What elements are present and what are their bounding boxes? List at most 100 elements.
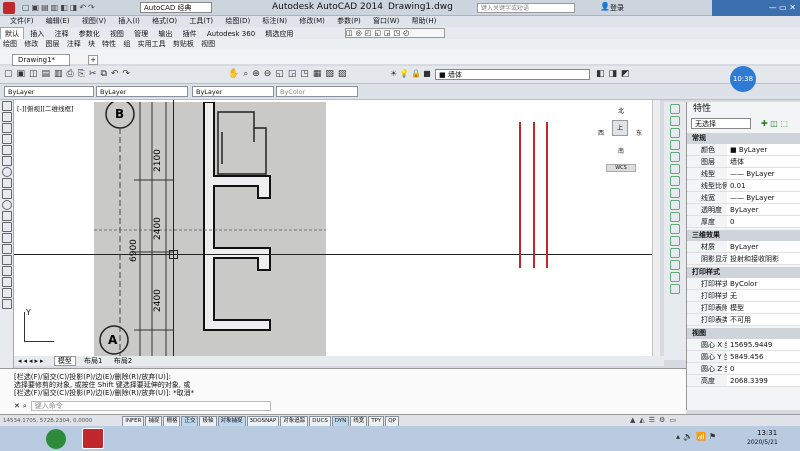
drawing-canvas[interactable]: [-][俯视][二维线框] B A 2100 2400 2400 6900 北 … <box>14 100 660 358</box>
polyline-tool-icon[interactable] <box>2 123 12 133</box>
status-tray-icons[interactable]: ▲◭☰⚙▭ <box>630 415 680 426</box>
lineweight-select[interactable]: ByLayer <box>192 86 274 97</box>
layout-nav-arrows[interactable]: ◂◂◂▸▸ <box>18 357 46 365</box>
tray-icons[interactable]: ▴🔊📶⚑ <box>676 432 719 441</box>
extend-tool-icon[interactable] <box>670 224 680 234</box>
fillet-tool-icon[interactable] <box>670 272 680 282</box>
prop-row[interactable]: 线型 —— ByLayer <box>687 168 800 180</box>
make-block-icon[interactable] <box>2 222 12 232</box>
menu-tools[interactable]: 工具(T) <box>189 16 213 27</box>
wcs-menu[interactable]: WCS <box>606 164 636 172</box>
search-input[interactable]: 键入关键字或短语 <box>477 3 575 13</box>
user-icon[interactable]: 👤 <box>600 2 610 11</box>
section-general[interactable]: 常规 <box>687 133 800 144</box>
panel-groups[interactable]: 组 <box>123 39 130 50</box>
new-tab-button[interactable]: + <box>88 55 98 65</box>
menu-modify[interactable]: 修改(M) <box>299 16 325 27</box>
toolbar-icons-left[interactable]: ▢▣◫▤▥⎙⎘✂⧉↶↷ <box>4 69 134 79</box>
line-tool-icon[interactable] <box>2 101 12 111</box>
color-select[interactable]: ByLayer <box>4 86 94 97</box>
menu-view[interactable]: 视图(V) <box>82 16 106 27</box>
tab-layout1[interactable]: 布局1 <box>81 357 105 365</box>
panel-block[interactable]: 块 <box>88 39 95 50</box>
ribbon-mini-toolbar[interactable]: ◫◎◰◱◲◳◴ <box>345 28 445 38</box>
prop-row[interactable]: 厚度 0 <box>687 216 800 228</box>
menu-help[interactable]: 帮助(H) <box>412 16 437 27</box>
viewcube-face[interactable]: 上 <box>612 120 628 136</box>
panel-utilities[interactable]: 实用工具 <box>138 39 166 50</box>
panel-draw[interactable]: 绘图 <box>3 39 17 50</box>
move-tool-icon[interactable] <box>670 164 680 174</box>
layer-select[interactable]: ■ 墙体 <box>435 69 590 80</box>
panel-annotation[interactable]: 注释 <box>67 39 81 50</box>
prop-row[interactable]: 线型比例 0.01 <box>687 180 800 192</box>
xline-tool-icon[interactable] <box>2 112 12 122</box>
panel-clipboard[interactable]: 剪贴板 <box>173 39 194 50</box>
selection-dropdown[interactable]: 无选择 <box>691 118 751 129</box>
scale-tool-icon[interactable] <box>670 188 680 198</box>
menu-edit[interactable]: 编辑(E) <box>46 16 70 27</box>
addselected-tool-icon[interactable] <box>2 299 12 309</box>
login-link[interactable]: 登录 <box>610 3 624 13</box>
document-tab[interactable]: Drawing1* <box>12 54 70 66</box>
canvas-scrollbar[interactable] <box>652 100 660 356</box>
panel-view[interactable]: 视图 <box>201 39 215 50</box>
join-tool-icon[interactable] <box>670 248 680 258</box>
menu-insert[interactable]: 插入(I) <box>118 16 140 27</box>
prop-row[interactable]: 打印样式 ByColor <box>687 278 800 290</box>
menu-window[interactable]: 窗口(W) <box>373 16 399 27</box>
section-3d-effects[interactable]: 三维效果 <box>687 230 800 241</box>
tab-layout2[interactable]: 布局2 <box>111 357 135 365</box>
arc-tool-icon[interactable] <box>2 156 12 166</box>
app-menu-button[interactable] <box>3 2 15 14</box>
prop-row[interactable]: 线宽 —— ByLayer <box>687 192 800 204</box>
menu-parametric[interactable]: 参数(P) <box>337 16 361 27</box>
window-controls[interactable]: — ▭ ✕ <box>712 0 800 16</box>
ellipse-tool-icon[interactable] <box>2 200 12 210</box>
trim-tool-icon[interactable] <box>670 212 680 222</box>
break-tool-icon[interactable] <box>670 236 680 246</box>
prop-row[interactable]: 圆心 Z 坐...0 <box>687 363 800 375</box>
prop-row[interactable]: 圆心 Y 坐...5849.456 <box>687 351 800 363</box>
layer-tools-icons[interactable]: ◧◨◩ <box>596 69 634 79</box>
rotate-tool-icon[interactable] <box>670 176 680 186</box>
command-input[interactable]: 键入命令 <box>30 401 271 411</box>
start-button[interactable] <box>46 429 66 449</box>
viewcube[interactable]: 北 西 上 东 南 WCS <box>594 106 648 178</box>
section-plot-style[interactable]: 打印样式 <box>687 267 800 278</box>
mtext-tool-icon[interactable] <box>2 288 12 298</box>
point-tool-icon[interactable] <box>2 233 12 243</box>
prop-row[interactable]: 打印样式表无 <box>687 290 800 302</box>
tab-model[interactable]: 模型 <box>53 356 76 366</box>
revcloud-tool-icon[interactable] <box>2 178 12 188</box>
gradient-tool-icon[interactable] <box>2 255 12 265</box>
viewport-label[interactable]: [-][俯视][二维线框] <box>17 103 74 113</box>
copy-tool-icon[interactable] <box>670 116 680 126</box>
spline-tool-icon[interactable] <box>2 189 12 199</box>
menu-format[interactable]: 格式(O) <box>152 16 177 27</box>
toolbar-icons-middle[interactable]: ✋⌕⊕⊖◱◲◳▦▧▨ <box>228 69 350 79</box>
region-tool-icon[interactable] <box>2 266 12 276</box>
panel-layers[interactable]: 图层 <box>45 39 59 50</box>
insert-block-icon[interactable] <box>2 211 12 221</box>
command-search-icon[interactable]: ⌕ <box>23 402 27 410</box>
panel-modify[interactable]: 修改 <box>24 39 38 50</box>
array-tool-icon[interactable] <box>670 152 680 162</box>
erase-tool-icon[interactable] <box>670 104 680 114</box>
polygon-tool-icon[interactable] <box>2 134 12 144</box>
prop-row[interactable]: 图层 墙体 <box>687 156 800 168</box>
menu-draw[interactable]: 绘图(D) <box>225 16 250 27</box>
prop-row[interactable]: 阴影显示 投射和接收阴影 <box>687 253 800 265</box>
rectangle-tool-icon[interactable] <box>2 145 12 155</box>
layer-state-icons[interactable]: ☀💡🔒■ <box>390 69 433 78</box>
command-close-icon[interactable]: ✕ <box>14 402 20 410</box>
menu-dimension[interactable]: 标注(N) <box>262 16 287 27</box>
linetype-select[interactable]: ByLayer <box>96 86 188 97</box>
circle-tool-icon[interactable] <box>2 167 12 177</box>
prop-row[interactable]: 圆心 X 坐...15695.9449 <box>687 339 800 351</box>
menu-file[interactable]: 文件(F) <box>10 16 34 27</box>
workspace-select[interactable]: AutoCAD 经典 <box>140 2 212 13</box>
chamfer-tool-icon[interactable] <box>670 260 680 270</box>
prop-row[interactable]: 打印表类型不可用 <box>687 314 800 326</box>
section-view[interactable]: 视图 <box>687 328 800 339</box>
